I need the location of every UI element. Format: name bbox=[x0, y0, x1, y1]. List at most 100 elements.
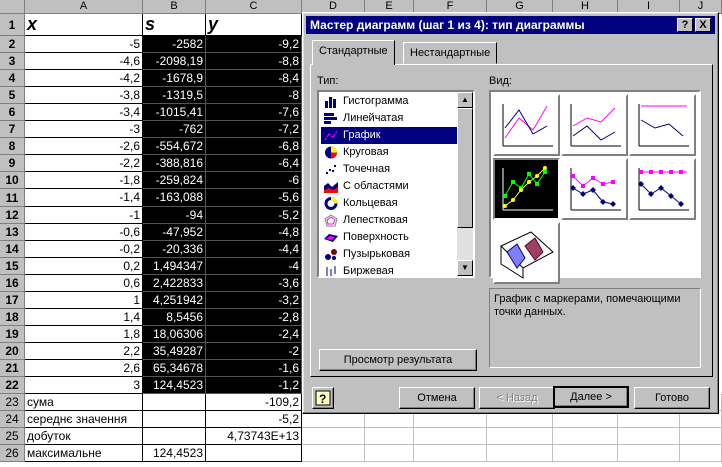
empty-cell[interactable] bbox=[302, 445, 365, 462]
chart-type-scrollbar[interactable]: ▲ ▼ bbox=[457, 92, 473, 276]
cell-y[interactable]: -4,4 bbox=[206, 241, 302, 258]
cell-s[interactable]: 4,251942 bbox=[143, 292, 206, 309]
cell-summary-s[interactable]: 124,4523 bbox=[143, 445, 206, 462]
cell-x[interactable]: -2,6 bbox=[25, 138, 143, 155]
cell-y[interactable]: -1,2 bbox=[206, 377, 302, 394]
cell-x[interactable]: 1,4 bbox=[25, 309, 143, 326]
chart-type-list[interactable]: Гистограмма Линейчатая График Круговая Точеч… bbox=[317, 90, 475, 278]
scroll-thumb[interactable] bbox=[457, 108, 473, 228]
cell-s[interactable]: -2098,19 bbox=[143, 53, 206, 70]
row-header[interactable]: 17 bbox=[0, 292, 25, 309]
cell-y[interactable]: -4,8 bbox=[206, 224, 302, 241]
cell-x[interactable]: -3 bbox=[25, 121, 143, 138]
cell-summary-y[interactable] bbox=[206, 445, 302, 462]
scroll-up-icon[interactable]: ▲ bbox=[457, 92, 473, 108]
row-header[interactable]: 21 bbox=[0, 360, 25, 377]
column-header-a[interactable]: A bbox=[25, 0, 143, 14]
cell-y[interactable]: -4 bbox=[206, 258, 302, 275]
cell-y[interactable]: -8,8 bbox=[206, 53, 302, 70]
cell-s[interactable]: -1319,5 bbox=[143, 87, 206, 104]
row-header[interactable]: 14 bbox=[0, 241, 25, 258]
scroll-down-icon[interactable]: ▼ bbox=[457, 260, 473, 276]
empty-cell[interactable] bbox=[553, 445, 618, 462]
subtype-100-line[interactable] bbox=[629, 94, 696, 156]
empty-cell[interactable] bbox=[365, 445, 414, 462]
chart-type-item[interactable]: Круговая bbox=[321, 144, 457, 161]
cell-s[interactable]: 35,49287 bbox=[143, 343, 206, 360]
cell-s[interactable]: -762 bbox=[143, 121, 206, 138]
cell-s[interactable]: 65,34678 bbox=[143, 360, 206, 377]
row-header[interactable]: 2 bbox=[0, 36, 25, 53]
cell-y[interactable]: -6 bbox=[206, 172, 302, 189]
row-header[interactable]: 23 bbox=[0, 394, 25, 411]
empty-cell[interactable] bbox=[414, 445, 487, 462]
row-header[interactable]: 15 bbox=[0, 258, 25, 275]
cell-y[interactable]: -2,4 bbox=[206, 326, 302, 343]
cell-x[interactable]: -3,8 bbox=[25, 87, 143, 104]
cell-summary-label[interactable]: добуток bbox=[25, 428, 143, 445]
cell-y[interactable]: -5,2 bbox=[206, 207, 302, 224]
cell-x[interactable]: -0,6 bbox=[25, 224, 143, 241]
cell-x[interactable]: -5 bbox=[25, 36, 143, 53]
empty-cell[interactable] bbox=[553, 428, 618, 445]
row-header[interactable]: 18 bbox=[0, 309, 25, 326]
cell-y[interactable]: -7,6 bbox=[206, 104, 302, 121]
dialog-titlebar[interactable]: Мастер диаграмм (шаг 1 из 4): тип диагра… bbox=[306, 16, 715, 34]
tab-standard[interactable]: Стандартные bbox=[312, 40, 395, 65]
cell-x[interactable]: -1,8 bbox=[25, 172, 143, 189]
row-header[interactable]: 26 bbox=[0, 445, 25, 462]
cell-y[interactable]: -8,4 bbox=[206, 70, 302, 87]
cell-y[interactable]: -6,4 bbox=[206, 155, 302, 172]
cell-x[interactable]: 0,6 bbox=[25, 275, 143, 292]
empty-cell[interactable] bbox=[365, 428, 414, 445]
cancel-button[interactable]: Отмена bbox=[399, 387, 475, 409]
column-header-b[interactable]: B bbox=[143, 0, 206, 14]
subtype-stacked-line-markers[interactable] bbox=[561, 158, 628, 220]
cell-summary-y[interactable]: -5,2 bbox=[206, 411, 302, 428]
row-header[interactable]: 12 bbox=[0, 207, 25, 224]
cell-summary-label[interactable]: максимальне bbox=[25, 445, 143, 462]
row-header[interactable]: 4 bbox=[0, 70, 25, 87]
chart-type-item[interactable]: Пузырьковая bbox=[321, 246, 457, 263]
empty-cell[interactable] bbox=[302, 428, 365, 445]
cell-y[interactable]: -9,2 bbox=[206, 36, 302, 53]
help-button[interactable]: ? bbox=[677, 18, 693, 32]
cell-s[interactable]: -259,824 bbox=[143, 172, 206, 189]
cell-x[interactable]: 2,2 bbox=[25, 343, 143, 360]
cell-y[interactable]: -3,2 bbox=[206, 292, 302, 309]
cell-x[interactable]: -0,2 bbox=[25, 241, 143, 258]
chart-type-item[interactable]: Гистограмма bbox=[321, 93, 457, 110]
row-header[interactable]: 8 bbox=[0, 138, 25, 155]
cell-summary-y[interactable]: -109,2 bbox=[206, 394, 302, 411]
empty-cell[interactable] bbox=[487, 445, 553, 462]
cell-s[interactable]: -554,672 bbox=[143, 138, 206, 155]
row-header[interactable]: 9 bbox=[0, 155, 25, 172]
select-all-corner[interactable] bbox=[0, 0, 25, 14]
row-header[interactable]: 20 bbox=[0, 343, 25, 360]
chart-type-item[interactable]: Кольцевая bbox=[321, 195, 457, 212]
chart-type-item[interactable]: С областями bbox=[321, 178, 457, 195]
cell-s[interactable]: 2,422833 bbox=[143, 275, 206, 292]
row-header[interactable]: 7 bbox=[0, 121, 25, 138]
empty-cell[interactable] bbox=[487, 428, 553, 445]
row-header[interactable]: 13 bbox=[0, 224, 25, 241]
cell-summary-label[interactable]: середнє значення bbox=[25, 411, 143, 428]
cell-s[interactable]: -20,336 bbox=[143, 241, 206, 258]
cell-s[interactable]: -94 bbox=[143, 207, 206, 224]
preview-button[interactable]: Просмотр результата bbox=[319, 349, 477, 371]
cell-y[interactable]: -2 bbox=[206, 343, 302, 360]
cell-y[interactable]: -2,8 bbox=[206, 309, 302, 326]
row-header[interactable]: 1 bbox=[0, 14, 25, 36]
row-header[interactable]: 11 bbox=[0, 189, 25, 207]
subtype-line-markers[interactable] bbox=[493, 158, 560, 220]
cell-s[interactable]: -388,816 bbox=[143, 155, 206, 172]
column-header-c[interactable]: C bbox=[206, 0, 302, 14]
empty-cell[interactable] bbox=[680, 445, 722, 462]
cell-summary-label[interactable]: сума bbox=[25, 394, 143, 411]
cell-x[interactable]: -4,2 bbox=[25, 70, 143, 87]
row-header[interactable]: 25 bbox=[0, 428, 25, 445]
cell-s[interactable]: -163,088 bbox=[143, 189, 206, 207]
cell-s[interactable]: 8,5456 bbox=[143, 309, 206, 326]
row-header[interactable]: 6 bbox=[0, 104, 25, 121]
cell-header-s[interactable]: s bbox=[143, 14, 206, 36]
